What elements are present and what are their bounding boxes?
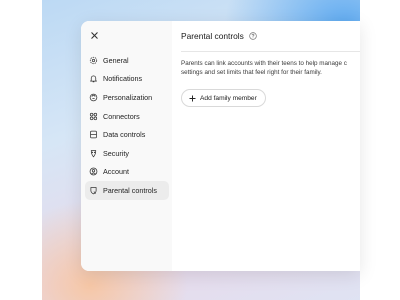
desktop: General Notifications Personalization Co… bbox=[0, 0, 400, 300]
description-line: settings and set limits that feel right … bbox=[181, 69, 322, 77]
user-circle-icon bbox=[89, 167, 98, 176]
sidebar-item-connectors[interactable]: Connectors bbox=[85, 107, 169, 126]
header-divider bbox=[181, 51, 360, 52]
settings-nav: General Notifications Personalization Co… bbox=[85, 51, 169, 200]
sidebar-item-parental-controls[interactable]: Parental controls bbox=[85, 181, 169, 200]
sidebar-item-account[interactable]: Account bbox=[85, 163, 169, 182]
page-title: Parental controls bbox=[181, 31, 244, 41]
plus-icon bbox=[189, 94, 196, 102]
sidebar-item-label: General bbox=[103, 55, 129, 65]
description-line: Parents can link accounts with their tee… bbox=[181, 60, 347, 67]
sidebar-item-label: Connectors bbox=[103, 111, 140, 121]
connectors-icon bbox=[89, 112, 98, 121]
database-icon bbox=[89, 130, 98, 139]
description: Parents can link accounts with their tee… bbox=[181, 59, 360, 78]
sidebar-item-label: Parental controls bbox=[103, 185, 157, 195]
settings-dialog: General Notifications Personalization Co… bbox=[81, 21, 360, 271]
personalization-icon bbox=[89, 93, 98, 102]
sidebar-item-notifications[interactable]: Notifications bbox=[85, 70, 169, 89]
sidebar-item-personalization[interactable]: Personalization bbox=[85, 88, 169, 107]
add-family-member-label: Add family member bbox=[200, 94, 257, 102]
sidebar-item-label: Security bbox=[103, 148, 129, 158]
help-icon[interactable] bbox=[249, 32, 257, 40]
page-header: Parental controls bbox=[181, 30, 257, 42]
add-family-member-button[interactable]: Add family member bbox=[181, 89, 266, 107]
close-icon bbox=[90, 31, 98, 39]
parental-shield-icon bbox=[89, 186, 98, 195]
sidebar-item-general[interactable]: General bbox=[85, 51, 169, 70]
sidebar-item-security[interactable]: Security bbox=[85, 144, 169, 163]
settings-content: Parental controls Parents can link accou… bbox=[172, 21, 360, 271]
gear-icon bbox=[89, 56, 98, 65]
shield-icon bbox=[89, 149, 98, 158]
sidebar-item-label: Data controls bbox=[103, 130, 146, 140]
close-button[interactable] bbox=[88, 29, 100, 41]
sidebar-item-data-controls[interactable]: Data controls bbox=[85, 125, 169, 144]
sidebar-item-label: Personalization bbox=[103, 92, 153, 102]
sidebar-item-label: Notifications bbox=[103, 74, 143, 84]
sidebar-item-label: Account bbox=[103, 167, 129, 177]
settings-sidebar: General Notifications Personalization Co… bbox=[81, 21, 172, 271]
bell-icon bbox=[89, 74, 98, 83]
